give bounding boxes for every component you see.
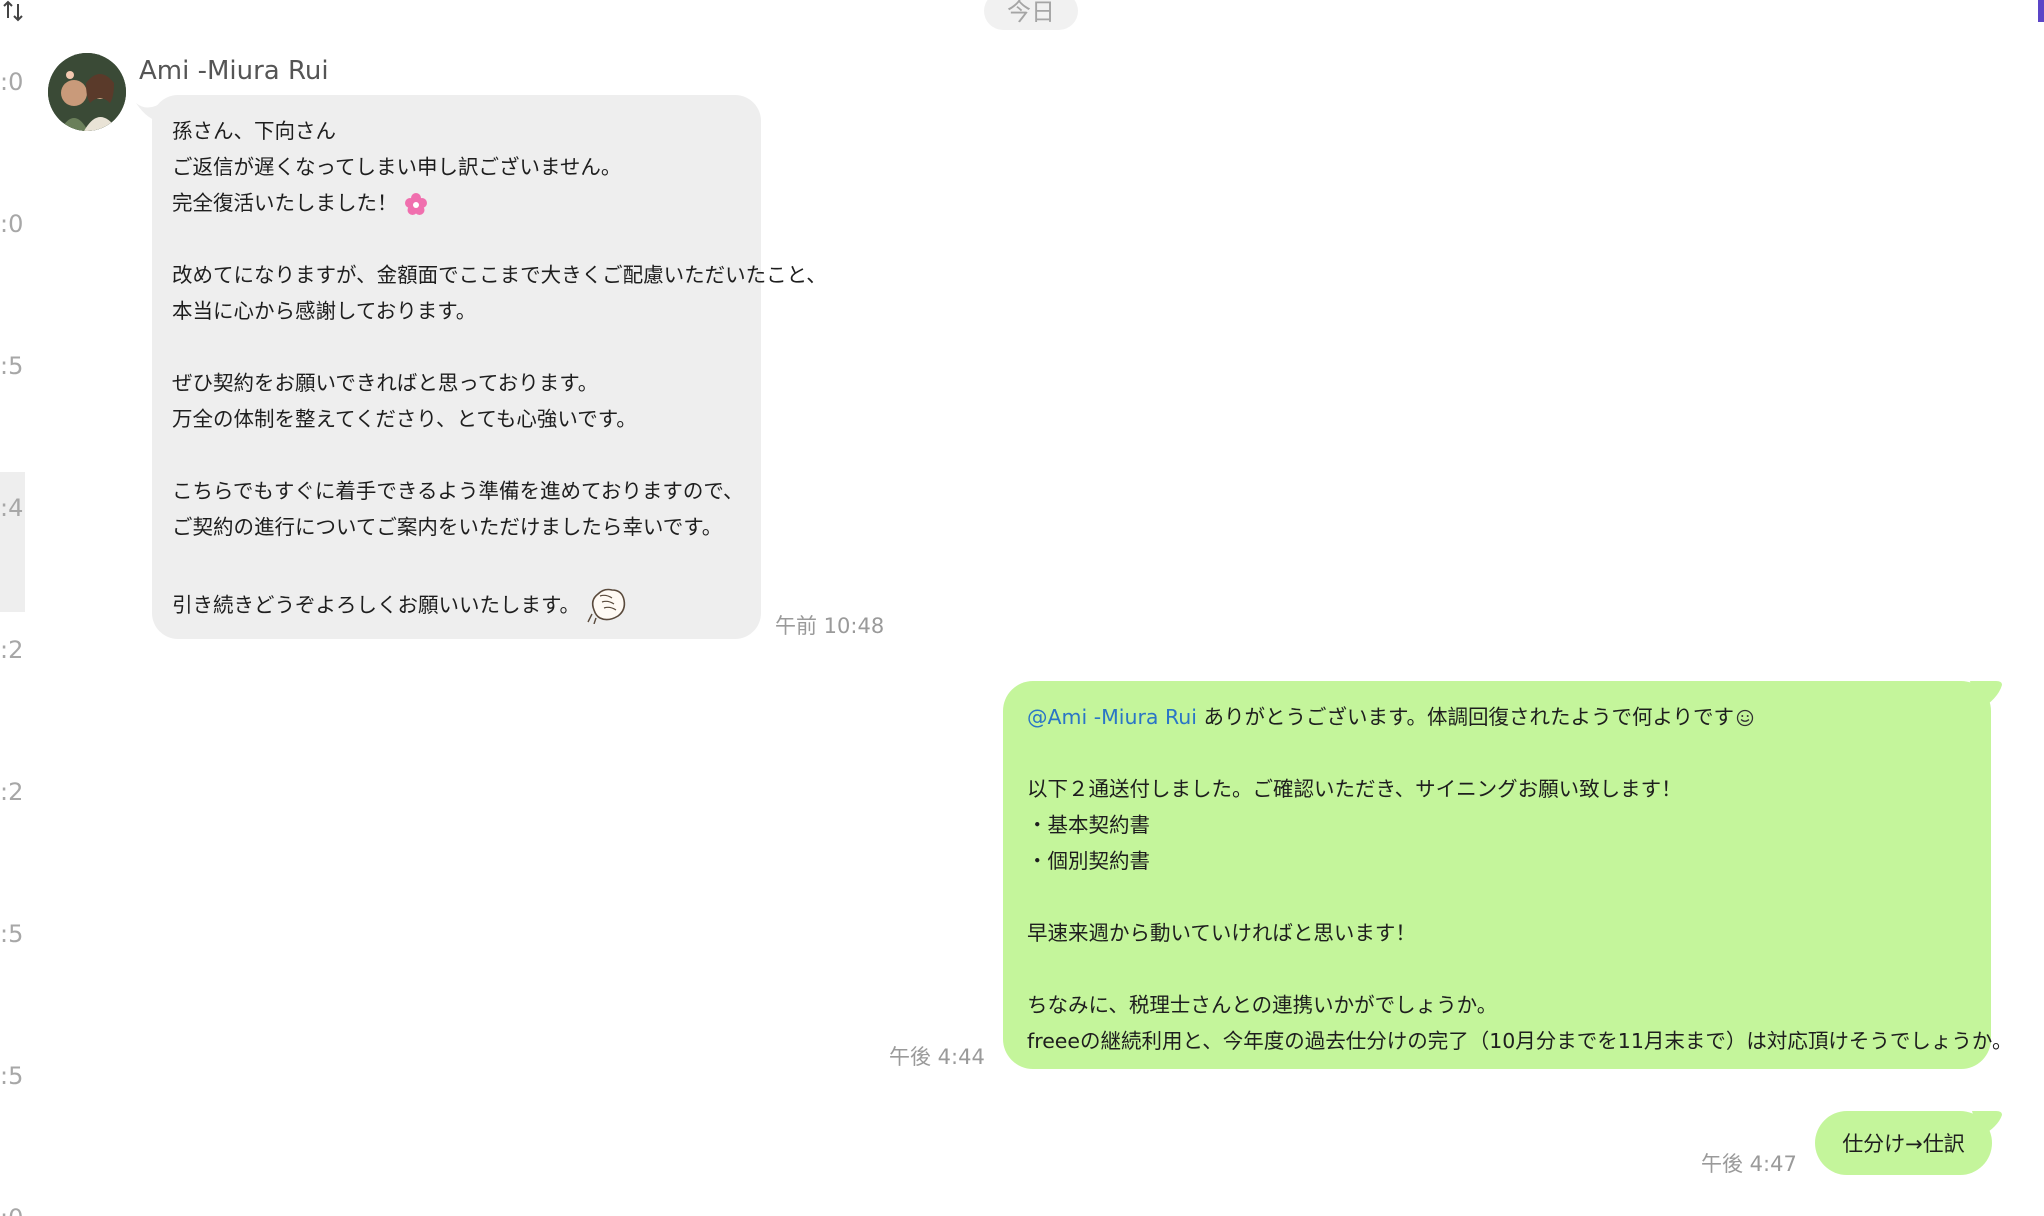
message-time: 午後 4:44 (889, 1045, 985, 1069)
chat-list-time: :0 (0, 210, 24, 238)
message-line: 以下２通送付しました。ご確認いただき、サイニングお願い致します！ (1027, 777, 1682, 801)
chat-list-time: :2 (0, 636, 24, 664)
message-line: 孫さん、下向さん (172, 119, 336, 143)
flower-emoji (404, 193, 427, 215)
message-time: 午前 10:48 (775, 614, 885, 638)
message-line: 早速来週から動いていければと思います！ (1027, 921, 1416, 945)
message-line: ・基本契約書 (1027, 813, 1150, 837)
chat-list-edge[interactable]: :0 :0 :5 :4 :2 :2 :5 :5 :0 (0, 0, 25, 1216)
incoming-message[interactable]: 孫さん、下向さん ご返信が遅くなってしまい申し訳ございません。 完全復活いたしま… (152, 95, 827, 639)
message-line-with-sticker: 引き続きどうぞよろしくお願いいたします。 (172, 587, 741, 624)
date-separator: 今日 (984, 0, 1078, 30)
message-line: こちらでもすぐに着手できるよう準備を進めておりますので、 (172, 479, 744, 503)
chat-window: :0 :0 :5 :4 :2 :2 :5 :5 :0 今日 Ami -Miura… (0, 0, 2044, 1216)
chat-list-time: :0 (0, 68, 24, 96)
avatar[interactable] (48, 53, 126, 131)
message-line: ぜひ契約をお願いできればと思っております。 (172, 371, 599, 395)
message-line: 本当に心から感謝しております。 (172, 299, 477, 323)
scroll-accent (2038, 0, 2044, 22)
sort-icon[interactable] (2, 0, 26, 22)
chat-list-time: :4 (0, 494, 24, 522)
message-text: ありがとうございます。体調回復されたようで何よりです (1197, 705, 1735, 729)
message-line (1027, 879, 1969, 915)
message-text: 引き続きどうぞよろしくお願いいたします。 (172, 593, 580, 617)
message-line: ご返信が遅くなってしまい申し訳ございません。 (172, 155, 622, 179)
mention-link[interactable]: @Ami -Miura Rui (1027, 705, 1197, 729)
chat-list-time: :0 (0, 1206, 23, 1216)
message-line-with-mention: @Ami -Miura Rui ありがとうございます。体調回復されたようで何より… (1027, 699, 1969, 735)
message-line (1027, 951, 1969, 987)
smile-emoji (1736, 709, 1754, 727)
hand-sticker (587, 588, 626, 624)
message-line: freeeの継続利用と、今年度の過去仕分けの完了（10月分までを11月末まで）は… (1027, 1029, 2013, 1053)
outgoing-message[interactable]: 仕分け→仕訳 (1815, 1111, 1992, 1175)
chat-list-time: :5 (0, 920, 24, 948)
sender-name: Ami -Miura Rui (139, 56, 329, 86)
message-text: 完全復活いたしました！ (172, 191, 398, 215)
message-line (172, 329, 741, 365)
outgoing-message[interactable]: @Ami -Miura Rui ありがとうございます。体調回復されたようで何より… (1003, 681, 2013, 1069)
selected-chat-highlight (0, 472, 25, 612)
chat-list-time: :5 (0, 352, 24, 380)
message-line: ・個別契約書 (1027, 849, 1150, 873)
message-line-with-emoji: 完全復活いたしました！ (172, 185, 741, 221)
message-line: ちなみに、税理士さんとの連携いかがでしょうか。 (1027, 993, 1498, 1017)
message-line (172, 545, 741, 581)
message-line: ご契約の進行についてご案内をいただけましたら幸いです。 (172, 515, 723, 539)
message-line: 改めてになりますが、金額面でここまで大きくご配慮いただいたこと、 (172, 263, 827, 287)
message-line (1027, 735, 1969, 771)
chat-list-time: :5 (0, 1062, 24, 1090)
message-line (172, 437, 741, 473)
message-time: 午後 4:47 (1701, 1152, 1797, 1176)
message-line: 万全の体制を整えてくださり、とても心強いです。 (172, 407, 637, 431)
chat-list-time: :2 (0, 778, 24, 806)
message-line (172, 221, 741, 257)
